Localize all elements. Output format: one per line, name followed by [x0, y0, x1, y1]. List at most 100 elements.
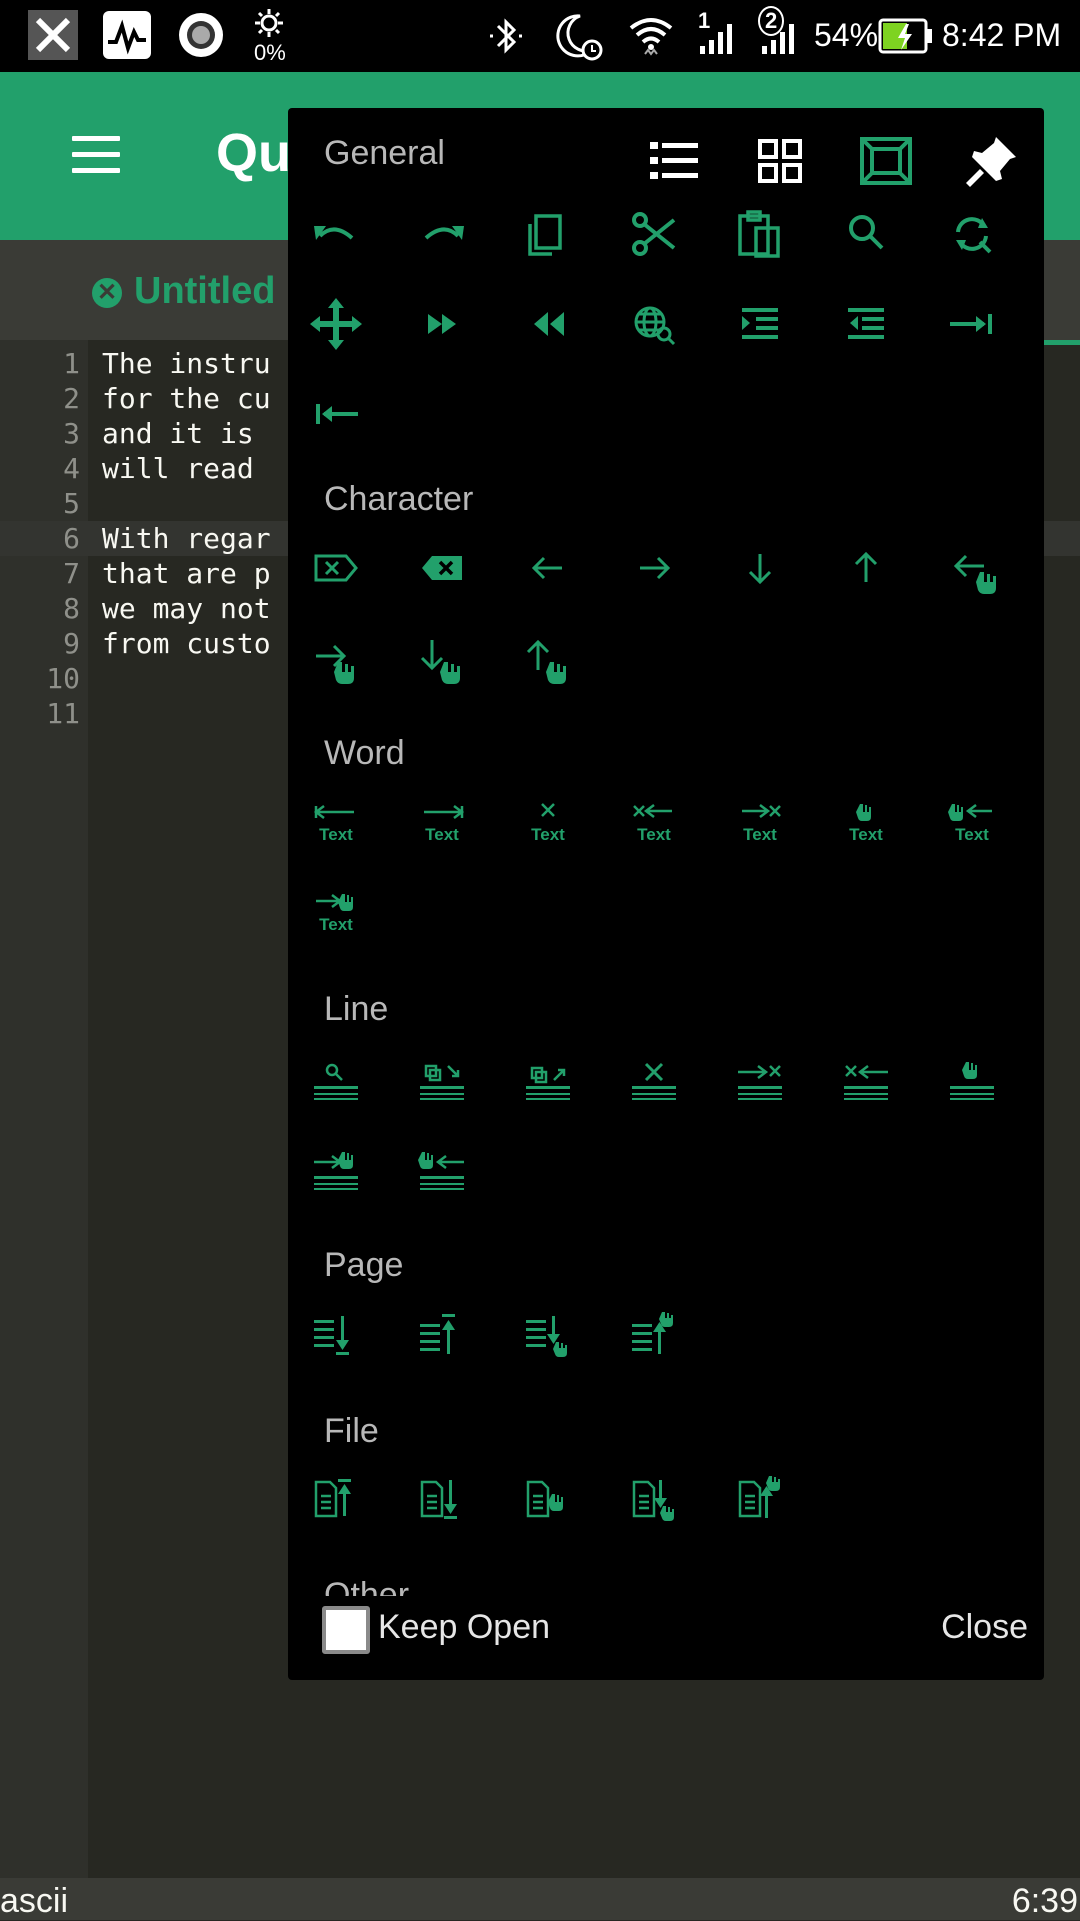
- line-select-right-icon[interactable]: [304, 1140, 368, 1204]
- line-number: 7: [63, 557, 80, 590]
- cut-icon[interactable]: [622, 202, 686, 266]
- close-button[interactable]: Close: [941, 1608, 1028, 1647]
- line-delete-left-icon[interactable]: [834, 1050, 898, 1114]
- signal-sim2-icon: [756, 14, 802, 63]
- brightness-value: 0%: [254, 40, 286, 65]
- page-select-up-icon[interactable]: [622, 1302, 686, 1366]
- word-icon-text: Text: [319, 825, 353, 844]
- line-delete-icon[interactable]: [622, 1050, 686, 1114]
- backspace-icon[interactable]: [410, 536, 474, 600]
- arrow-left-icon[interactable]: [516, 536, 580, 600]
- file-bottom-icon[interactable]: [410, 1466, 474, 1530]
- line-text[interactable]: we may not: [102, 591, 271, 626]
- page-down-icon[interactable]: [304, 1302, 368, 1366]
- file-select-top-icon[interactable]: [728, 1466, 792, 1530]
- line-copy-down-icon[interactable]: [410, 1050, 474, 1114]
- arrow-down-icon[interactable]: [728, 536, 792, 600]
- bluetooth-icon: [484, 14, 528, 63]
- grid-view-icon[interactable]: [750, 131, 810, 191]
- word-icon-text: Text: [319, 915, 353, 934]
- line-text[interactable]: that are p: [102, 556, 271, 591]
- word-select-left-icon[interactable]: Text: [940, 794, 1004, 858]
- line-number: 1: [63, 347, 80, 380]
- word-icon-text: Text: [955, 825, 989, 844]
- list-view-icon[interactable]: [644, 131, 704, 191]
- page-select-down-icon[interactable]: [516, 1302, 580, 1366]
- page-up-icon[interactable]: [410, 1302, 474, 1366]
- redo-icon[interactable]: [410, 202, 474, 266]
- word-select-icon[interactable]: Text: [834, 794, 898, 858]
- menu-icon[interactable]: [72, 136, 120, 176]
- line-number: 4: [63, 452, 80, 485]
- select-right-icon[interactable]: [304, 626, 368, 690]
- word-delete-icon[interactable]: Text: [516, 794, 580, 858]
- section-title-character: Character: [324, 480, 474, 518]
- fit-screen-icon[interactable]: [856, 131, 916, 191]
- status-bar: 0% 1 2 54% 8:42 PM: [0, 0, 1080, 72]
- paste-icon[interactable]: [728, 202, 792, 266]
- brightness-icon: [254, 8, 284, 43]
- indent-icon[interactable]: [728, 292, 792, 356]
- word-icon-text: Text: [425, 825, 459, 844]
- line-delete-right-icon[interactable]: [728, 1050, 792, 1114]
- word-delete-left-icon[interactable]: Text: [622, 794, 686, 858]
- section-title-page: Page: [324, 1246, 404, 1284]
- line-number: 3: [63, 417, 80, 450]
- word-icon-text: Text: [849, 825, 883, 844]
- line-number: 11: [46, 697, 80, 730]
- line-search-icon[interactable]: [304, 1050, 368, 1114]
- tab-right-icon[interactable]: [940, 292, 1004, 356]
- battery-percent: 54%: [814, 17, 879, 53]
- line-copy-up-icon[interactable]: [516, 1050, 580, 1114]
- dialog-footer: Keep Open Close: [288, 1596, 1044, 1680]
- tab-indicator: [1040, 340, 1080, 345]
- word-end-icon[interactable]: Text: [410, 794, 474, 858]
- word-select-right-icon[interactable]: Text: [304, 884, 368, 948]
- select-left-icon[interactable]: [940, 536, 1004, 600]
- tab-left-icon[interactable]: [304, 382, 368, 446]
- word-start-icon[interactable]: Text: [304, 794, 368, 858]
- line-text[interactable]: from custo: [102, 626, 271, 661]
- web-search-icon[interactable]: [622, 292, 686, 356]
- word-delete-right-icon[interactable]: Text: [728, 794, 792, 858]
- file-top-icon[interactable]: [304, 1466, 368, 1530]
- select-down-icon[interactable]: [410, 626, 474, 690]
- file-select-bottom-icon[interactable]: [622, 1466, 686, 1530]
- copy-icon[interactable]: [516, 202, 580, 266]
- section-title-general: General: [324, 134, 445, 172]
- word-icon-text: Text: [637, 825, 671, 844]
- line-text[interactable]: will read: [102, 451, 271, 486]
- select-up-icon[interactable]: [516, 626, 580, 690]
- rewind-icon[interactable]: [516, 292, 580, 356]
- toolbar-dialog-content[interactable]: General Character Word Text Text Text Te…: [288, 108, 1044, 1596]
- line-number: 5: [63, 487, 80, 520]
- line-select-icon[interactable]: [940, 1050, 1004, 1114]
- keep-open-checkbox[interactable]: [322, 1606, 370, 1654]
- undo-icon[interactable]: [304, 202, 368, 266]
- file-select-all-icon[interactable]: [516, 1466, 580, 1530]
- line-text[interactable]: for the cu: [102, 381, 271, 416]
- pin-icon[interactable]: [962, 131, 1022, 191]
- line-text[interactable]: and it is: [102, 416, 271, 451]
- find-replace-icon[interactable]: [940, 202, 1004, 266]
- section-title-line: Line: [324, 990, 389, 1028]
- move-icon[interactable]: [304, 292, 368, 356]
- activity-monitor-icon: [102, 10, 152, 65]
- section-title-word: Word: [324, 734, 405, 772]
- signal-sim1-icon: [694, 14, 740, 63]
- tab-close-icon[interactable]: ✕: [92, 278, 122, 308]
- word-icon-text: Text: [743, 825, 777, 844]
- arrow-up-icon[interactable]: [834, 536, 898, 600]
- cursor-position: 6:39: [1011, 1882, 1078, 1920]
- outdent-icon[interactable]: [834, 292, 898, 356]
- line-text[interactable]: With regar: [102, 521, 271, 556]
- keep-open-label[interactable]: Keep Open: [378, 1608, 550, 1647]
- line-select-left-icon[interactable]: [410, 1140, 474, 1204]
- arrow-right-icon[interactable]: [622, 536, 686, 600]
- tab-untitled[interactable]: Untitled: [134, 270, 275, 313]
- delete-forward-icon[interactable]: [304, 536, 368, 600]
- line-text[interactable]: The instru: [102, 346, 271, 381]
- fast-forward-icon[interactable]: [410, 292, 474, 356]
- record-notification-icon: [176, 10, 226, 65]
- search-icon[interactable]: [834, 202, 898, 266]
